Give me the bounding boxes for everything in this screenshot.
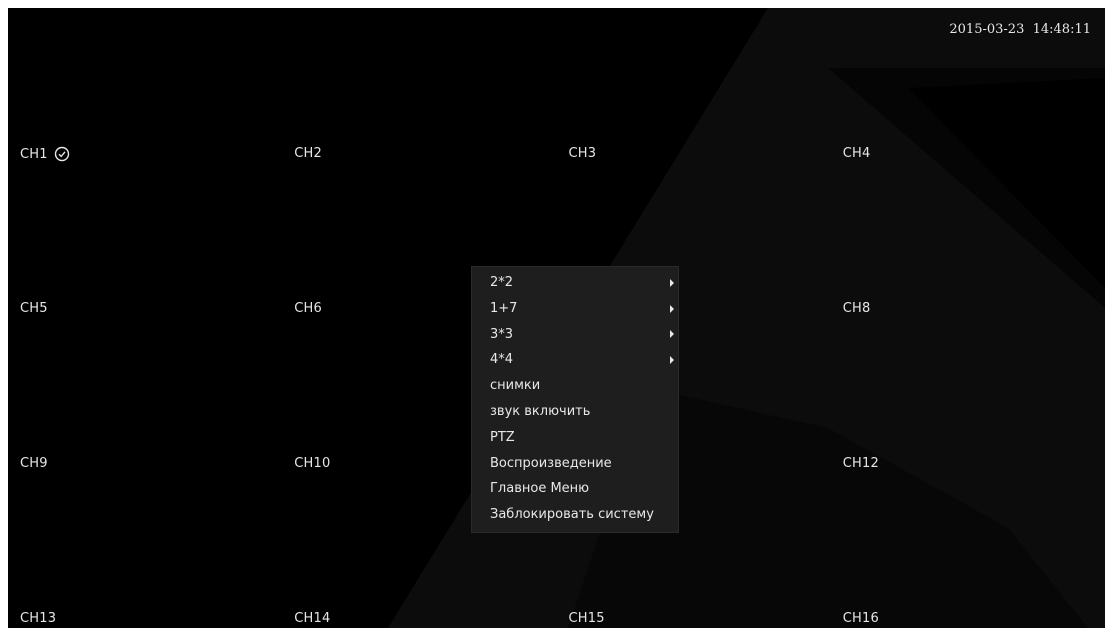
channel-tile[interactable]: CH3 [557,8,831,163]
channel-name: CH6 [294,301,322,316]
channel-label: CH9 [20,456,48,471]
channel-name: CH4 [842,146,871,161]
channel-name: CH8 [842,301,871,316]
channel-name: CH13 [20,611,57,626]
chevron-right-icon [670,304,674,313]
menu-item[interactable]: 3*3 [472,322,678,348]
channel-name: CH9 [20,456,48,471]
menu-item-label: снимки [490,378,541,394]
channel-tile[interactable]: CH16 [831,473,1105,628]
menu-item-label: 3*3 [490,326,514,342]
channel-name: CH3 [568,146,597,161]
channel-label: CH6 [294,301,322,316]
menu-item[interactable]: Главное Меню [472,476,678,502]
channel-name: CH16 [842,611,879,626]
channel-tile[interactable]: CH13 [8,473,282,628]
chevron-right-icon [670,356,674,365]
menu-item[interactable]: 2*2 [472,270,678,296]
channel-tile[interactable]: CH9 [8,318,282,473]
context-menu: 2*2 1+7 3*3 4*4 снимки звук включить PTZ Воспро… [471,266,679,533]
menu-item-label: PTZ [490,429,515,445]
menu-item-label: Главное Меню [490,481,590,497]
menu-item[interactable]: звук включить [472,399,678,425]
channel-tile[interactable]: CH12 [831,318,1105,473]
channel-label: CH14 [294,611,330,626]
clock-check-icon [54,146,70,162]
channel-label: CH4 [843,146,871,161]
chevron-right-icon [670,278,674,287]
menu-item-label: 1+7 [490,300,518,316]
chevron-right-icon [670,330,674,339]
channel-name: CH5 [20,301,48,316]
menu-item-label: звук включить [490,403,591,419]
menu-item[interactable]: Заблокировать систему [472,502,678,528]
menu-item-label: 4*4 [490,352,514,368]
channel-name: CH10 [294,456,331,471]
channel-tile[interactable]: CH4 [831,8,1105,163]
channel-name: CH15 [568,611,605,626]
channel-tile[interactable]: CH2 [282,8,556,163]
channel-label: CH5 [20,301,48,316]
channel-label: CH12 [843,456,879,471]
menu-item[interactable]: PTZ [472,425,678,451]
menu-item[interactable]: 4*4 [472,347,678,373]
menu-item[interactable]: 1+7 [472,296,678,322]
channel-label: CH15 [569,611,605,626]
menu-item[interactable]: Воспроизведение [472,451,678,477]
dvr-live-view: 2015-03-23 14:48:11 CH1 CH2 CH3 CH4 CH5 CH6 CH… [8,8,1105,628]
channel-label: CH8 [843,301,871,316]
menu-item-label: Заблокировать систему [490,507,654,523]
channel-name: CH14 [294,611,331,626]
menu-item[interactable]: снимки [472,373,678,399]
channel-label: CH2 [294,146,322,161]
channel-label: CH10 [294,456,330,471]
channel-label: CH3 [569,146,597,161]
channel-tile[interactable]: CH8 [831,163,1105,318]
channel-label: CH1 [20,146,70,162]
channel-tile[interactable]: CH5 [8,163,282,318]
menu-item-label: Воспроизведение [490,455,612,471]
channel-name: CH1 [20,146,48,162]
menu-item-label: 2*2 [490,275,514,290]
channel-name: CH12 [842,456,879,471]
channel-label: CH16 [843,611,879,626]
channel-name: CH2 [294,146,322,161]
channel-label: CH13 [20,611,56,626]
channel-tile[interactable]: CH1 [8,8,282,163]
